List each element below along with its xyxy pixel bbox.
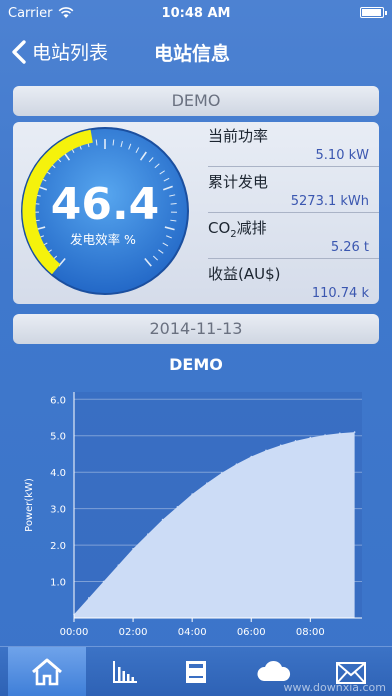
back-button[interactable]: 电站列表 bbox=[10, 38, 108, 65]
chart-x-tick-label: 00:00 bbox=[60, 627, 89, 638]
gauge-tick bbox=[170, 202, 177, 205]
divider bbox=[208, 258, 379, 259]
device-icon bbox=[186, 661, 206, 683]
chevron-left-icon bbox=[12, 39, 26, 64]
battery-icon bbox=[360, 7, 387, 18]
co2-label-rest: 减排 bbox=[236, 219, 267, 237]
status-time: 10:48 AM bbox=[161, 5, 231, 21]
chart-data-point bbox=[191, 493, 193, 495]
metric-co2-reduction: CO2减排 5.26 t bbox=[208, 214, 379, 259]
status-bar: Carrier 10:48 AM bbox=[0, 0, 392, 26]
divider bbox=[208, 212, 379, 213]
chart-y-tick-label: 5.0 bbox=[50, 432, 66, 443]
chart-data-point bbox=[147, 533, 149, 535]
metric-total-generation: 累计发电 5273.1 kWh bbox=[208, 168, 379, 213]
chart-data-point bbox=[87, 597, 90, 599]
chart-x-tick-label: 04:00 bbox=[178, 627, 207, 638]
metric-value: 110.74 k bbox=[311, 286, 369, 301]
tab-bar: www.downxia.com bbox=[0, 646, 392, 696]
chart-x-tick-label: 06:00 bbox=[237, 627, 266, 638]
metric-revenue: 收益(AU$) 110.74 k bbox=[208, 260, 379, 305]
tab-chart[interactable] bbox=[86, 647, 164, 696]
chart-x-tick-label: 02:00 bbox=[119, 627, 148, 638]
home-icon bbox=[32, 658, 62, 686]
date-selector[interactable]: 2014-11-13 bbox=[13, 314, 379, 344]
tab-home[interactable] bbox=[8, 647, 86, 696]
chart-data-point bbox=[220, 472, 223, 474]
chart-x-tick-label: 08:00 bbox=[296, 627, 325, 638]
gauge-label: 发电效率 % bbox=[70, 232, 136, 247]
metric-value: 5273.1 kWh bbox=[290, 194, 369, 209]
battery-fill bbox=[362, 9, 381, 16]
metrics-list: 当前功率 5.10 kW 累计发电 5273.1 kWh CO2减排 5.26 … bbox=[208, 122, 379, 304]
chart-y-tick-label: 2.0 bbox=[50, 541, 66, 552]
tab-device[interactable] bbox=[157, 647, 235, 696]
chart-data-point bbox=[176, 506, 179, 508]
chart-y-tick-label: 4.0 bbox=[50, 468, 66, 479]
metric-label: 当前功率 bbox=[208, 127, 269, 145]
chart-y-tick-label: 3.0 bbox=[50, 505, 66, 516]
chart-data-point bbox=[339, 432, 341, 434]
chart-data-point bbox=[353, 431, 356, 433]
chart-data-point bbox=[279, 444, 282, 447]
power-chart: 1.0 2.0 3.0 4.0 5.0 6.0 00:00 02:00 04:00 06:00 08… bbox=[24, 392, 362, 638]
metric-value: 5.10 kW bbox=[315, 148, 369, 163]
metric-label: 收益(AU$) bbox=[208, 265, 281, 283]
watermark-text: www.downxia.com bbox=[283, 681, 386, 694]
bar-chart-icon bbox=[113, 661, 137, 683]
divider bbox=[208, 166, 379, 167]
station-name-pill[interactable]: DEMO bbox=[13, 86, 379, 116]
metric-label: 累计发电 bbox=[208, 173, 269, 191]
metric-value: 5.26 t bbox=[330, 240, 369, 255]
chart-y-tick-label: 1.0 bbox=[50, 578, 66, 589]
chart-y-tick-label: 6.0 bbox=[50, 395, 66, 406]
back-label: 电站列表 bbox=[32, 42, 109, 64]
info-panel: 46.4 发电效率 % 当前功率 5.10 kW 累计发电 5273.1 kWh… bbox=[13, 122, 379, 304]
nav-bar: 电站列表 电站信息 bbox=[0, 26, 392, 78]
efficiency-gauge: 46.4 发电效率 % bbox=[21, 127, 189, 295]
chart-data-point bbox=[324, 434, 326, 436]
metric-label: CO2减排 bbox=[208, 217, 267, 240]
gauge-value: 46.4 bbox=[51, 179, 160, 230]
metric-current-power: 当前功率 5.10 kW bbox=[208, 122, 379, 167]
chart-data-point bbox=[250, 455, 253, 458]
chart-data-point bbox=[294, 440, 297, 442]
chart-data-point bbox=[102, 580, 105, 583]
chart-data-point bbox=[309, 436, 312, 439]
chart-data-point bbox=[235, 463, 238, 465]
chart-data-point bbox=[117, 564, 120, 566]
co2-label-main: CO bbox=[208, 219, 231, 237]
chart-y-axis-label: Power(kW) bbox=[24, 478, 35, 532]
chart-data-point bbox=[265, 449, 267, 452]
chart-data-point bbox=[206, 482, 208, 484]
chart-data-point bbox=[161, 518, 164, 521]
chart-title: DEMO bbox=[169, 355, 223, 374]
page-title: 电站信息 bbox=[154, 43, 231, 65]
chart-data-point bbox=[132, 547, 134, 550]
